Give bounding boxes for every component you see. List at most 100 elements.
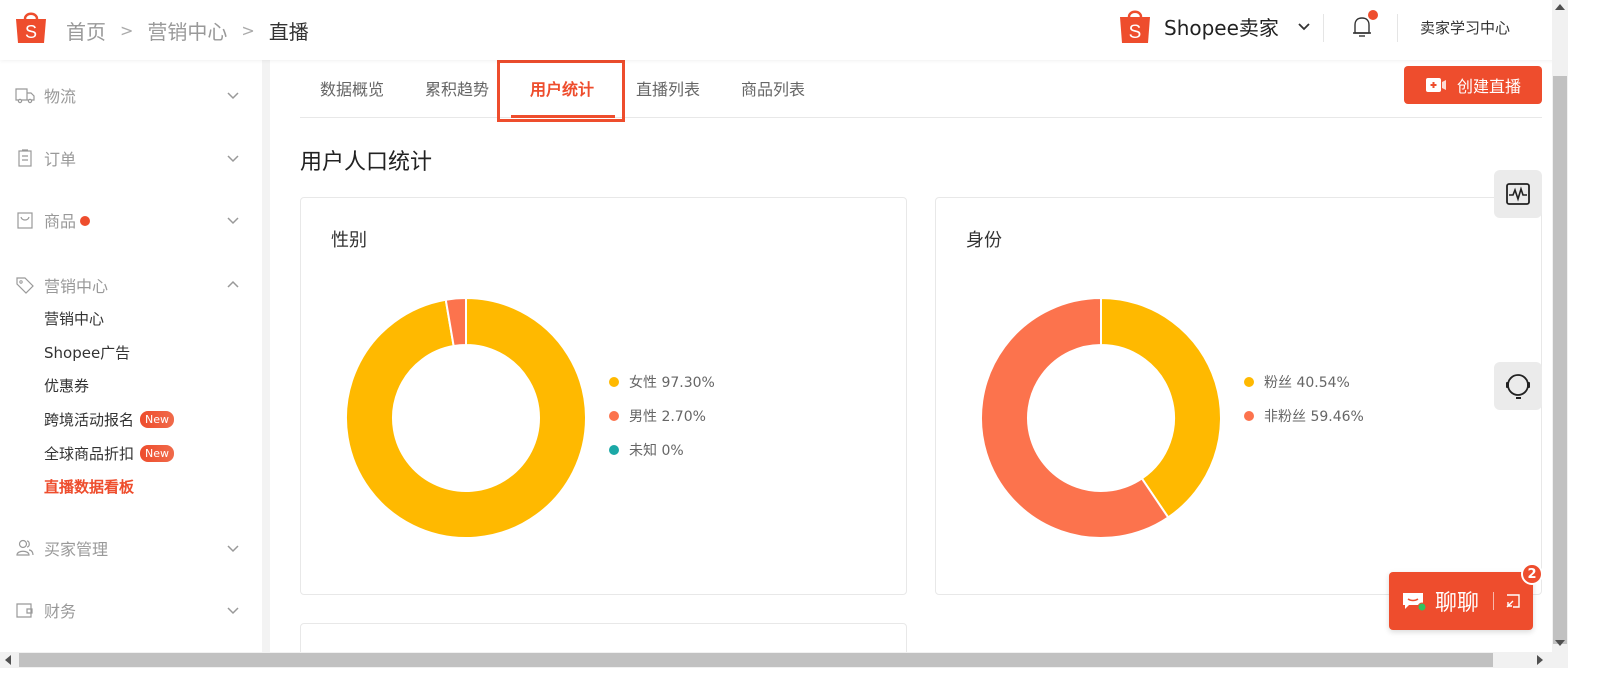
sidebar-item-label: 物流 — [44, 87, 77, 106]
vertical-scrollbar-thumb[interactable] — [1553, 76, 1567, 644]
breadcrumb-separator-icon: > — [241, 21, 255, 40]
legend-item[interactable]: 粉丝 40.54% — [1244, 365, 1364, 399]
pulse-monitor-icon — [1506, 183, 1530, 205]
svg-text:S: S — [1129, 22, 1142, 43]
sidebar-gutter — [262, 60, 270, 652]
sidebar-subitem-label: 直播数据看板 — [44, 478, 135, 496]
notification-dot — [1368, 10, 1378, 20]
scroll-right-arrow-icon[interactable] — [1537, 655, 1543, 665]
sidebar-subitem-label: 优惠券 — [44, 377, 90, 395]
identity-chart-card: 身份 粉丝 40.54% 非粉丝 59.46% — [935, 197, 1542, 595]
sidebar-subitem-marketing-center[interactable]: 营销中心 — [44, 308, 104, 329]
sidebar-subitem-shopee-ads[interactable]: Shopee广告 — [44, 342, 130, 363]
sidebar-item-label: 财务 — [44, 602, 77, 621]
breadcrumb: 首页 > 营销中心 > 直播 — [66, 16, 309, 45]
create-live-button[interactable]: 创建直播 — [1404, 66, 1542, 104]
sidebar-item-label: 商品 — [44, 208, 91, 232]
sidebar-subitem-label: 跨境活动报名 — [44, 411, 135, 429]
legend-label: 未知 0% — [629, 443, 684, 459]
scroll-left-arrow-icon[interactable] — [5, 655, 11, 665]
users-icon — [16, 539, 34, 556]
chevron-down-icon — [227, 607, 239, 615]
shopee-logo-icon[interactable]: S — [14, 9, 48, 45]
tab-product-list[interactable]: 商品列表 — [741, 76, 805, 100]
sidebar-item-label-text: 商品 — [44, 212, 77, 231]
chevron-down-icon — [227, 217, 239, 225]
chevron-down-icon[interactable] — [1297, 19, 1311, 33]
clipboard-icon — [18, 149, 32, 167]
legend-dot-icon — [1244, 377, 1254, 387]
seller-name: Shopee卖家 — [1164, 15, 1279, 40]
gender-legend: 女性 97.30% 男性 2.70% 未知 0% — [609, 365, 715, 467]
gender-donut-chart — [345, 296, 587, 539]
new-badge: New — [140, 445, 175, 462]
sidebar-item-finance[interactable]: 财务 — [0, 595, 262, 625]
chart-title: 身份 — [966, 230, 1002, 251]
new-badge: New — [140, 411, 175, 428]
create-live-label: 创建直播 — [1456, 79, 1521, 96]
chat-unread-badge: 2 — [1521, 563, 1543, 585]
tab-cumulative-trend[interactable]: 累积趋势 — [425, 76, 489, 100]
chat-label: 聊聊 — [1435, 591, 1480, 616]
video-camera-icon — [1425, 78, 1446, 92]
seller-account-menu[interactable]: S Shopee卖家 — [1118, 4, 1311, 48]
legend-item[interactable]: 未知 0% — [609, 433, 715, 467]
sidebar-subitem-label: Shopee广告 — [44, 344, 131, 362]
sidebar-item-label: 订单 — [44, 150, 77, 169]
chat-divider — [1493, 592, 1495, 610]
tag-icon — [16, 277, 34, 294]
scroll-up-arrow-icon[interactable] — [1555, 4, 1565, 10]
sidebar-item-orders[interactable]: 订单 — [0, 143, 262, 173]
legend-dot-icon — [609, 377, 619, 387]
legend-label: 非粉丝 59.46% — [1264, 409, 1364, 425]
wallet-icon — [16, 603, 33, 618]
legend-label: 女性 97.30% — [629, 375, 715, 391]
legend-item[interactable]: 男性 2.70% — [609, 399, 715, 433]
main-content: 数据概览 累积趋势 用户统计 直播列表 商品列表 创建直播 用户人口统计 性别 … — [270, 60, 1552, 680]
chevron-down-icon — [227, 92, 239, 100]
sidebar-item-label: 买家管理 — [44, 540, 109, 559]
sidebar-item-logistics[interactable]: 物流 — [0, 80, 262, 110]
sidebar-item-label: 营销中心 — [44, 277, 109, 296]
sidebar-subitem-vouchers[interactable]: 优惠券 — [44, 375, 89, 396]
sidebar-item-marketing[interactable]: 营销中心 — [0, 270, 262, 300]
identity-legend: 粉丝 40.54% 非粉丝 59.46% — [1244, 365, 1364, 433]
chart-title: 性别 — [331, 230, 367, 251]
tab-live-list[interactable]: 直播列表 — [636, 76, 700, 100]
app-root: S 首页 > 营销中心 > 直播 S Shopee卖家 卖家学习中心 物流 订单… — [0, 0, 1598, 680]
active-tab-highlight-box — [497, 60, 625, 122]
chat-bubble-icon — [1403, 593, 1427, 612]
notification-dot — [80, 216, 91, 226]
shopee-seller-logo-icon: S — [1120, 10, 1150, 43]
window-edge — [0, 668, 1598, 680]
sidebar-subitem-cross-border-campaigns[interactable]: 跨境活动报名 New — [44, 409, 175, 430]
sidebar-subitem-label: 营销中心 — [44, 310, 105, 328]
breadcrumb-home[interactable]: 首页 — [66, 16, 106, 45]
chat-button[interactable]: 聊聊 — [1389, 572, 1533, 630]
horizontal-scrollbar-thumb[interactable] — [19, 653, 1493, 667]
breadcrumb-marketing[interactable]: 营销中心 — [147, 16, 227, 45]
scroll-down-arrow-icon[interactable] — [1555, 640, 1565, 646]
performance-monitor-button[interactable] — [1494, 170, 1542, 218]
customer-service-button[interactable] — [1494, 362, 1542, 410]
header-divider — [1397, 14, 1398, 42]
tab-overview[interactable]: 数据概览 — [320, 76, 384, 100]
legend-dot-icon — [609, 445, 619, 455]
legend-item[interactable]: 女性 97.30% — [609, 365, 715, 399]
legend-dot-icon — [1244, 411, 1254, 421]
sidebar-subitem-global-discount[interactable]: 全球商品折扣 New — [44, 443, 175, 464]
svg-text:S: S — [25, 22, 37, 42]
gender-chart-card: 性别 女性 97.30% 男性 2.70% 未知 0% — [300, 197, 907, 595]
window-edge — [1568, 0, 1598, 680]
expand-window-icon[interactable] — [1504, 592, 1522, 610]
donut-slice-粉丝[interactable] — [1100, 296, 1222, 519]
sidebar-subitem-live-dashboard[interactable]: 直播数据看板 — [44, 476, 134, 497]
sidebar-item-products[interactable]: 商品 — [0, 205, 262, 235]
sidebar-item-buyers[interactable]: 买家管理 — [0, 533, 262, 563]
legend-item[interactable]: 非粉丝 59.46% — [1244, 399, 1364, 433]
truck-icon — [15, 88, 35, 104]
header-divider — [1323, 14, 1324, 42]
chevron-down-icon — [227, 545, 239, 553]
legend-label: 粉丝 40.54% — [1264, 375, 1350, 391]
seller-learning-center-link[interactable]: 卖家学习中心 — [1420, 17, 1510, 38]
